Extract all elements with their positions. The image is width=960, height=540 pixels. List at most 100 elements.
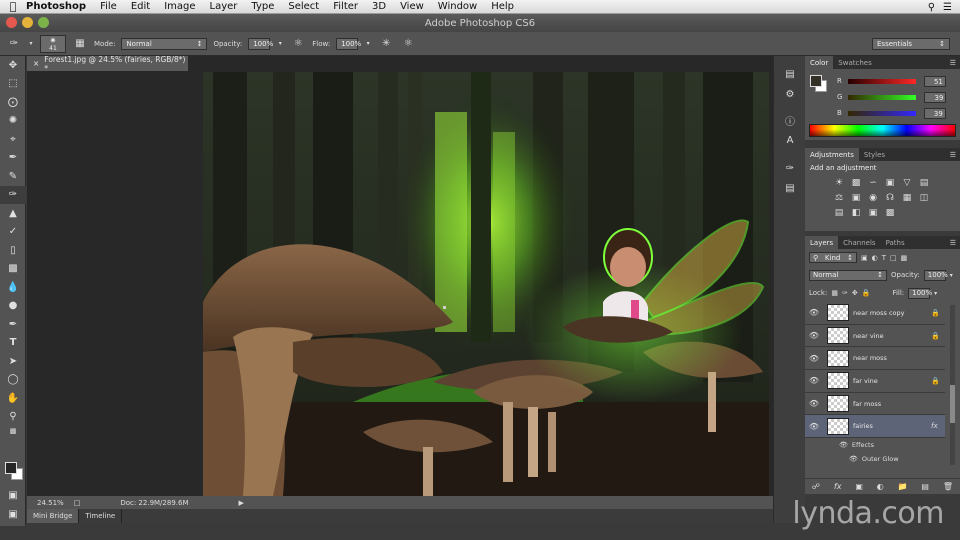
healing-brush-tool-icon[interactable]: ✎ xyxy=(0,167,26,186)
new-group-icon[interactable]: 📁 xyxy=(898,482,908,491)
curves-icon[interactable]: ∽ xyxy=(867,177,879,189)
layer-name[interactable]: near moss xyxy=(853,354,931,362)
layer-filter-kind-select[interactable]: ⚲ Kind ↕ xyxy=(809,252,857,263)
photo-filter-icon[interactable]: ◉ xyxy=(867,192,879,204)
brush-size-picker[interactable]: ✷ 41 xyxy=(40,34,66,53)
red-slider[interactable] xyxy=(847,78,916,84)
shape-tool-icon[interactable]: ◯ xyxy=(0,371,26,390)
brightness-contrast-icon[interactable]: ☀ xyxy=(833,177,845,189)
tab-adjustments[interactable]: Adjustments xyxy=(805,148,859,161)
menu-type[interactable]: Type xyxy=(251,1,274,12)
color-lookup-icon[interactable]: ▦ xyxy=(901,192,913,204)
menu-filter[interactable]: Filter xyxy=(333,1,358,12)
green-slider[interactable] xyxy=(848,94,917,100)
gradient-tool-icon[interactable]: ▩ xyxy=(0,260,26,279)
tab-styles[interactable]: Styles xyxy=(859,148,890,161)
close-window-button[interactable] xyxy=(6,17,17,28)
filter-pixel-icon[interactable]: ▣ xyxy=(861,254,868,262)
fill-field[interactable]: 100% xyxy=(908,287,932,299)
layer-effect-item-row[interactable]: 👁 Outer Glow xyxy=(805,452,945,466)
tab-channels[interactable]: Channels xyxy=(838,236,880,249)
filter-adjustment-icon[interactable]: ◐ xyxy=(872,254,878,262)
posterize-icon[interactable]: ▤ xyxy=(833,207,845,219)
blur-tool-icon[interactable]: 💧 xyxy=(0,278,26,297)
layer-row[interactable]: 👁 far moss xyxy=(805,392,945,416)
layer-row[interactable]: 👁 far vine 🔒 xyxy=(805,370,945,393)
eye-icon[interactable]: 👁 xyxy=(839,441,848,449)
eye-icon[interactable]: 👁 xyxy=(849,455,858,463)
brush-panel-icon[interactable]: ✑ xyxy=(774,158,806,178)
flow-field[interactable]: 100% xyxy=(336,37,361,50)
menu-app-name[interactable]: Photoshop xyxy=(26,1,86,12)
new-adjustment-icon[interactable]: ◐ xyxy=(877,482,884,491)
crop-tool-icon[interactable]: ⌖ xyxy=(0,130,26,149)
history-panel-icon[interactable]: ▤ xyxy=(774,64,806,84)
green-value[interactable]: 39 xyxy=(924,91,947,103)
link-layers-icon[interactable]: ☍ xyxy=(812,482,820,491)
channel-mixer-icon[interactable]: ☊ xyxy=(884,192,896,204)
panel-menu-icon[interactable]: ☰ xyxy=(950,59,956,67)
apple-icon[interactable]:  xyxy=(0,0,26,13)
levels-icon[interactable]: ▩ xyxy=(850,177,862,189)
quick-mask-icon[interactable]: ▣ xyxy=(0,486,26,505)
eye-icon[interactable]: 👁 xyxy=(805,376,823,385)
dodge-tool-icon[interactable]: ● xyxy=(0,297,26,316)
history-brush-tool-icon[interactable]: ✓ xyxy=(0,223,26,242)
workspace-select[interactable]: Essentials ↕ xyxy=(872,38,950,50)
menu-edit[interactable]: Edit xyxy=(131,1,150,12)
menu-view[interactable]: View xyxy=(400,1,424,12)
layer-name[interactable]: near vine xyxy=(853,332,931,340)
airbrush-icon[interactable]: ✳ xyxy=(378,36,394,52)
foreground-color-swatch[interactable] xyxy=(5,462,17,474)
menu-image[interactable]: Image xyxy=(164,1,195,12)
invert-icon[interactable]: ◫ xyxy=(918,192,930,204)
vibrance-icon[interactable]: ▽ xyxy=(901,177,913,189)
hue-saturation-icon[interactable]: ▤ xyxy=(918,177,930,189)
eye-icon[interactable]: 👁 xyxy=(805,399,823,408)
eyedropper-tool-icon[interactable]: ✒ xyxy=(0,149,26,168)
mode-select[interactable]: Normal ↕ xyxy=(121,37,208,50)
tab-timeline[interactable]: Timeline xyxy=(79,509,123,523)
zoom-tool-icon[interactable]: ⚲ xyxy=(0,408,26,427)
export-icon[interactable]: □ xyxy=(74,499,81,507)
chevron-down-icon[interactable]: ▾ xyxy=(934,290,937,297)
eye-icon[interactable]: 👁 xyxy=(805,331,823,340)
blend-mode-select[interactable]: Normal ↕ xyxy=(809,269,887,281)
tab-layers[interactable]: Layers xyxy=(805,236,839,249)
status-menu-icon[interactable]: ▶ xyxy=(239,499,244,507)
search-icon[interactable]: ⚲ xyxy=(928,2,935,13)
menu-window[interactable]: Window xyxy=(438,1,477,12)
minimize-window-button[interactable] xyxy=(22,17,33,28)
character-panel-icon[interactable]: A xyxy=(774,130,806,150)
zoom-window-button[interactable] xyxy=(38,17,49,28)
menu-layer[interactable]: Layer xyxy=(210,1,238,12)
eye-icon[interactable]: 👁 xyxy=(805,422,823,431)
menu-help[interactable]: Help xyxy=(491,1,514,12)
layer-opacity-field[interactable]: 100% xyxy=(923,269,948,281)
lock-all-icon[interactable]: 🔒 xyxy=(862,289,871,297)
list-icon[interactable]: ☰ xyxy=(943,2,952,13)
chevron-down-icon[interactable]: ▾ xyxy=(950,272,953,279)
layers-scroll-thumb[interactable] xyxy=(950,385,955,423)
clone-stamp-tool-icon[interactable]: ▲ xyxy=(0,204,26,223)
selective-color-icon[interactable]: ▣ xyxy=(867,207,879,219)
layer-row-selected[interactable]: 👁 fairies fx xyxy=(805,415,945,439)
default-colors-icon[interactable]: ▩ xyxy=(0,426,26,436)
menu-3d[interactable]: 3D xyxy=(372,1,386,12)
layer-effects-row[interactable]: 👁 Effects xyxy=(805,438,945,452)
hand-tool-icon[interactable]: ✋ xyxy=(0,389,26,408)
exposure-icon[interactable]: ▣ xyxy=(884,177,896,189)
layers-scrollbar[interactable] xyxy=(950,305,955,465)
quick-select-tool-icon[interactable]: ✺ xyxy=(0,112,26,131)
lock-image-icon[interactable]: ✑ xyxy=(842,289,848,297)
lasso-tool-icon[interactable]: ⨀ xyxy=(0,93,26,112)
layer-row[interactable]: 👁 near vine 🔒 xyxy=(805,324,945,348)
new-layer-icon[interactable]: ▤ xyxy=(921,482,929,491)
layer-name[interactable]: far moss xyxy=(853,400,931,408)
screen-mode-icon[interactable]: ▣ xyxy=(0,505,26,524)
pressure-size-icon[interactable]: ⚛ xyxy=(400,36,416,52)
blue-slider[interactable] xyxy=(847,110,916,116)
eraser-tool-icon[interactable]: ▯ xyxy=(0,241,26,260)
color-fg-swatch[interactable] xyxy=(810,75,822,87)
black-white-icon[interactable]: ▣ xyxy=(850,192,862,204)
